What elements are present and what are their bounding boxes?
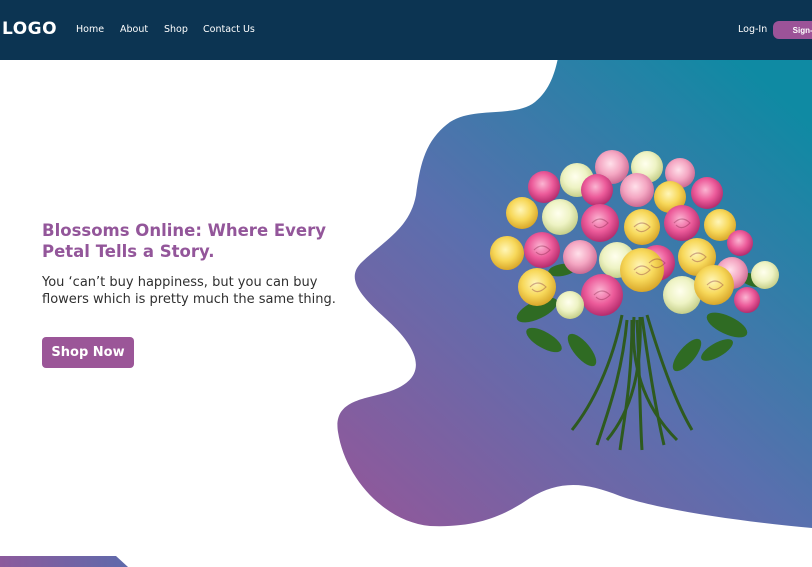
footer-accent-strip	[0, 556, 128, 567]
navbar: LOGO Home About Shop Contact Us Log-In S…	[0, 0, 812, 60]
rose-bouquet-image	[490, 150, 779, 451]
hero-title: Blossoms Online: Where Every Petal Tells…	[42, 221, 326, 261]
shop-now-button[interactable]: Shop Now	[42, 337, 134, 368]
logo[interactable]: LOGO	[2, 19, 57, 39]
hero-subtitle: You ‘can’t buy happiness, but you can bu…	[42, 275, 336, 307]
nav-link-shop[interactable]: Shop	[164, 24, 188, 35]
nav-link-home[interactable]: Home	[76, 24, 104, 35]
signup-button[interactable]: Sign-Up	[773, 21, 812, 39]
nav-link-about[interactable]: About	[120, 24, 148, 35]
login-link[interactable]: Log-In	[738, 24, 767, 35]
nav-link-contact-us[interactable]: Contact Us	[203, 24, 255, 35]
page: LOGO Home About Shop Contact Us Log-In S…	[0, 0, 812, 567]
